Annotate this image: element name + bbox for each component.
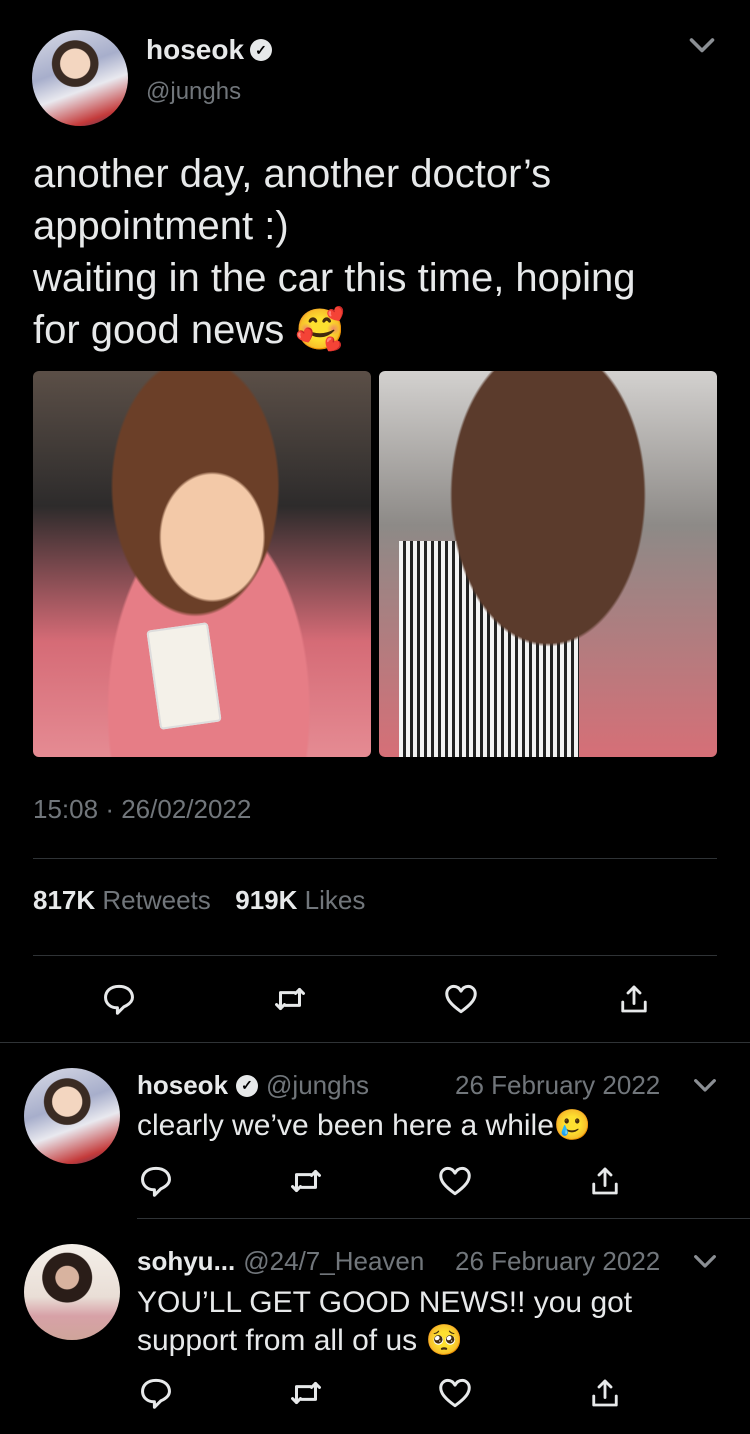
- reply-header: sohyu... @24/7_Heaven: [137, 1246, 424, 1277]
- tweet-photo-2[interactable]: [379, 371, 717, 757]
- retweet-icon: [291, 1169, 321, 1193]
- tweet-timestamp[interactable]: 15:08 · 26/02/2022: [33, 794, 251, 825]
- more-options-button[interactable]: [684, 28, 720, 69]
- timestamp-separator: ·: [105, 794, 114, 824]
- reply-text: clearly we’ve been here a while🥲: [137, 1109, 592, 1142]
- tweet-text-line: another day, another doctor’s: [33, 152, 552, 196]
- reply-date[interactable]: 26 February 2022: [455, 1246, 660, 1277]
- retweet-button[interactable]: [270, 980, 310, 1018]
- divider: [0, 1042, 750, 1043]
- chevron-down-icon: [689, 38, 715, 53]
- reply-retweet-button[interactable]: [286, 1374, 326, 1412]
- author-avatar[interactable]: [32, 30, 128, 126]
- reply-more-button[interactable]: [689, 1070, 721, 1107]
- reply-text: YOU’LL GET GOOD NEWS!! you got support f…: [137, 1284, 632, 1360]
- verified-badge-icon: ✓: [236, 1074, 259, 1097]
- tweet-date: 26/02/2022: [121, 794, 252, 824]
- tweet-text-line: waiting in the car this time, hoping: [33, 256, 636, 300]
- reply-button[interactable]: [100, 980, 138, 1018]
- reply-text-line: support from all of us 🥺: [137, 1324, 463, 1357]
- heart-icon: [439, 1166, 471, 1196]
- likes-count: 919K: [235, 885, 298, 915]
- reply-icon: [141, 1166, 171, 1197]
- verified-badge-icon: ✓: [250, 39, 273, 61]
- heart-icon: [439, 1378, 471, 1408]
- milk-carton: [146, 622, 222, 730]
- chevron-down-icon: [694, 1255, 716, 1268]
- reply-share-button[interactable]: [587, 1162, 623, 1200]
- like-button[interactable]: [442, 980, 480, 1018]
- retweets-stat[interactable]: 817K Retweets: [33, 885, 218, 915]
- retweets-label: Retweets: [102, 885, 211, 915]
- author-name-row[interactable]: hoseok ✓: [146, 34, 273, 66]
- author-handle[interactable]: @junghs: [146, 78, 241, 106]
- reply-text-line: YOU’LL GET GOOD NEWS!! you got: [137, 1286, 633, 1319]
- reply-reply-button[interactable]: [137, 1162, 175, 1200]
- retweet-icon: [291, 1381, 321, 1405]
- retweets-count: 817K: [33, 885, 96, 915]
- reply-header: hoseok ✓ @junghs: [137, 1070, 369, 1101]
- reply-reply-button[interactable]: [137, 1374, 175, 1412]
- reply-avatar[interactable]: [24, 1068, 120, 1164]
- share-icon: [621, 985, 647, 1013]
- reply-avatar[interactable]: [24, 1244, 120, 1340]
- retweet-icon: [275, 987, 305, 1011]
- heart-icon: [445, 984, 477, 1014]
- reply-more-button[interactable]: [689, 1246, 721, 1283]
- tweet-text-line: for good news 🥰: [33, 308, 346, 352]
- reply-like-button[interactable]: [436, 1162, 474, 1200]
- reply-handle[interactable]: @junghs: [266, 1070, 369, 1101]
- divider: [33, 955, 717, 956]
- reply-icon: [141, 1378, 171, 1409]
- tweet-stats: 817K Retweets 919K Likes: [33, 885, 365, 916]
- likes-stat[interactable]: 919K Likes: [235, 885, 365, 915]
- tweet-text: another day, another doctor’s appointmen…: [33, 148, 733, 356]
- share-button[interactable]: [616, 980, 652, 1018]
- divider: [137, 1218, 750, 1219]
- likes-label: Likes: [304, 885, 366, 915]
- reply-display-name[interactable]: sohyu...: [137, 1246, 235, 1277]
- reply-icon: [104, 984, 134, 1015]
- reply-like-button[interactable]: [436, 1374, 474, 1412]
- tweet-time: 15:08: [33, 794, 99, 824]
- share-icon: [592, 1379, 618, 1407]
- reply-display-name[interactable]: hoseok: [137, 1070, 228, 1101]
- reply-date[interactable]: 26 February 2022: [455, 1070, 660, 1101]
- reply-handle[interactable]: @24/7_Heaven: [243, 1246, 424, 1277]
- reply-retweet-button[interactable]: [286, 1162, 326, 1200]
- chevron-down-icon: [694, 1079, 716, 1092]
- divider: [33, 858, 717, 859]
- reply-share-button[interactable]: [587, 1374, 623, 1412]
- tweet-text-line: appointment :): [33, 204, 289, 248]
- tweet-photo-1[interactable]: [33, 371, 371, 757]
- share-icon: [592, 1167, 618, 1195]
- author-display-name[interactable]: hoseok: [146, 34, 244, 66]
